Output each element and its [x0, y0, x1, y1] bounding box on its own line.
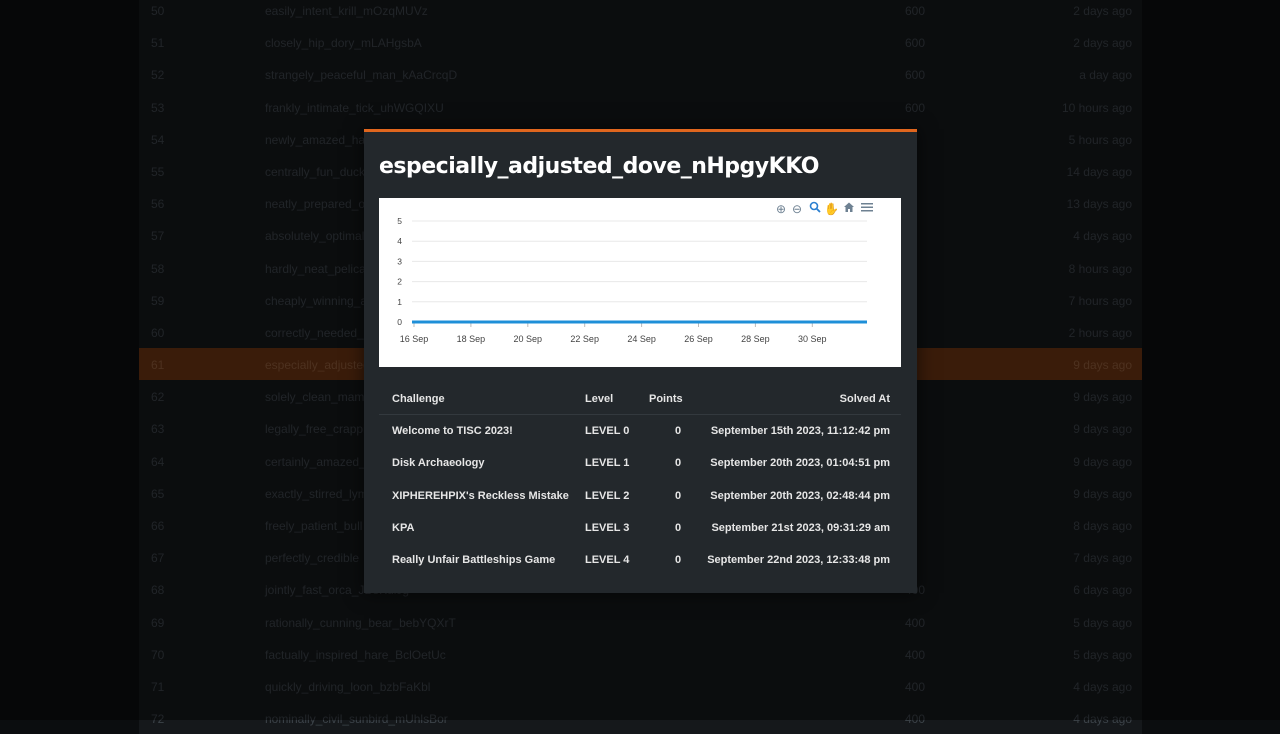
- cell-level: LEVEL 0: [585, 425, 630, 437]
- home-icon[interactable]: [842, 201, 856, 217]
- solve-row: Really Unfair Battleships Game LEVEL 4 0 Se…: [379, 545, 901, 577]
- menu-icon[interactable]: [860, 201, 874, 217]
- player-details-modal: especially_adjusted_dove_nHpgyKKO ⊕ ⊖ ✋ …: [364, 129, 917, 593]
- zoom-in-icon[interactable]: ⊕: [774, 201, 788, 217]
- y-tick-label: 3: [397, 256, 402, 266]
- cell-level: LEVEL 3: [585, 521, 630, 534]
- cell-solved-at: September 20th 2023, 02:48:44 pm: [710, 489, 890, 502]
- header-challenge: Challenge: [392, 393, 445, 405]
- x-tick-label: 24 Sep: [627, 334, 656, 344]
- cell-points: 0: [675, 554, 682, 567]
- cell-challenge: Really Unfair Battleships Game: [392, 554, 556, 567]
- solve-row: Welcome to TISC 2023! LEVEL 0 0 September 1…: [379, 416, 901, 448]
- x-tick-label: 16 Sep: [400, 334, 429, 344]
- magnifier-icon[interactable]: [808, 201, 822, 217]
- x-tick-label: 28 Sep: [741, 334, 770, 344]
- header-points: Points: [649, 393, 683, 405]
- modal-title: especially_adjusted_dove_nHpgyKKO: [379, 154, 819, 179]
- x-tick-label: 30 Sep: [798, 334, 827, 344]
- solve-row: Disk Archaeology LEVEL 1 0 September 20th 2…: [379, 448, 901, 480]
- cell-points: 0: [675, 521, 682, 534]
- pan-hand-icon[interactable]: ✋: [824, 201, 839, 217]
- cell-solved-at: September 20th 2023, 01:04:51 pm: [710, 457, 890, 470]
- cell-level: LEVEL 2: [585, 489, 630, 502]
- x-tick-label: 20 Sep: [514, 334, 543, 344]
- y-tick-label: 0: [397, 317, 402, 327]
- cell-points: 0: [675, 457, 682, 470]
- cell-challenge: KPA: [392, 521, 415, 534]
- y-tick-label: 5: [397, 216, 402, 226]
- cell-level: LEVEL 1: [585, 457, 630, 470]
- cell-solved-at: September 21st 2023, 09:31:29 am: [711, 521, 890, 534]
- cell-points: 0: [675, 425, 682, 437]
- cell-challenge: XIPHEREHPIX's Reckless Mistake: [392, 489, 569, 502]
- cell-points: 0: [675, 489, 682, 502]
- cell-solved-at: September 15th 2023, 11:12:42 pm: [710, 425, 890, 437]
- cell-level: LEVEL 4: [585, 554, 630, 567]
- solves-table-header: Challenge Level Points Solved At: [379, 384, 901, 415]
- solves-chart: ⊕ ⊖ ✋ 0 1 2 3 4 5 16 Sep 18 Sep 20 Sep 22 Sep 24 S…: [379, 198, 901, 367]
- cell-challenge: Welcome to TISC 2023!: [392, 425, 513, 437]
- zoom-out-icon[interactable]: ⊖: [790, 201, 804, 217]
- solve-row: XIPHEREHPIX's Reckless Mistake LEVEL 2 0 Se…: [379, 481, 901, 513]
- cell-solved-at: September 22nd 2023, 12:33:48 pm: [707, 554, 890, 567]
- y-tick-label: 2: [397, 277, 402, 287]
- x-tick-label: 26 Sep: [684, 334, 713, 344]
- solve-row: KPA LEVEL 3 0 September 21st 2023, 09:31:29…: [379, 513, 901, 545]
- x-tick-label: 18 Sep: [457, 334, 486, 344]
- y-tick-label: 1: [397, 297, 402, 307]
- x-tick-label: 22 Sep: [570, 334, 599, 344]
- y-tick-label: 4: [397, 236, 402, 246]
- chart-plot: 0 1 2 3 4 5 16 Sep 18 Sep 20 Sep 22 Sep 24 Sep 26 S…: [397, 216, 867, 344]
- header-level: Level: [585, 393, 614, 405]
- header-solved-at: Solved At: [839, 393, 890, 405]
- cell-challenge: Disk Archaeology: [392, 457, 485, 470]
